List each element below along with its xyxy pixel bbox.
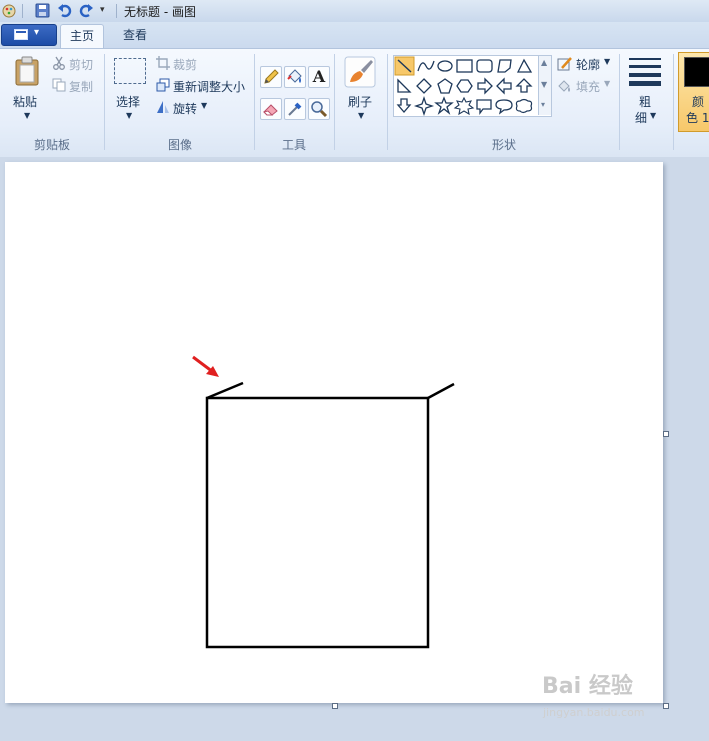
canvas-drawing — [192, 355, 455, 649]
copy-icon[interactable] — [52, 78, 66, 92]
shapes-gallery-scroll[interactable]: ▲ ▼ ▾ — [538, 56, 551, 115]
drawn-right-diagonal — [427, 382, 455, 400]
cut-button-label[interactable]: 剪切 — [69, 56, 93, 73]
ribbon-separator — [104, 54, 105, 150]
fill-bucket-icon[interactable] — [284, 66, 306, 88]
rotate-icon[interactable] — [156, 100, 170, 114]
paste-icon[interactable] — [14, 56, 40, 86]
gallery-more-icon[interactable]: ▾ — [541, 100, 545, 109]
tools-group-label: 工具 — [281, 138, 306, 152]
drawn-left-diagonal — [206, 381, 244, 400]
save-icon[interactable] — [35, 3, 50, 18]
tab-row — [0, 22, 709, 48]
clipboard-group-label: 剪贴板 — [33, 138, 70, 152]
select-button-label[interactable]: 选择 — [116, 93, 140, 110]
cut-icon[interactable] — [52, 56, 66, 70]
crop-button-label[interactable]: 裁剪 — [173, 56, 197, 73]
ribbon-separator — [387, 54, 388, 150]
ribbon-separator — [334, 54, 335, 150]
paste-button-label[interactable]: 粘贴 — [13, 93, 37, 110]
watermark: Bai 经验 — [542, 674, 633, 699]
title-bar: ▾ 无标题 - 画图 — [0, 0, 709, 23]
outline-button-label[interactable]: 轮廓 — [576, 56, 600, 73]
fill-icon[interactable] — [557, 78, 573, 94]
size-dropdown-arrow-icon[interactable]: ▼ — [650, 111, 656, 120]
file-menu-button[interactable]: ▾ — [1, 24, 57, 46]
rotate-dropdown-arrow-icon[interactable]: ▼ — [201, 101, 207, 110]
scroll-up-icon[interactable]: ▲ — [541, 58, 547, 67]
title-separator — [22, 4, 23, 18]
text-tool-icon[interactable]: A — [308, 66, 330, 88]
line-size-icon[interactable] — [629, 58, 661, 86]
color1-label-bottom: 色 1 — [686, 111, 709, 125]
brushes-dropdown-arrow-icon[interactable]: ▼ — [358, 111, 364, 120]
drawn-square — [205, 396, 430, 649]
outline-icon[interactable] — [557, 56, 573, 72]
redo-icon[interactable] — [79, 3, 94, 18]
scroll-down-icon[interactable]: ▼ — [541, 80, 547, 89]
color-picker-icon[interactable] — [284, 98, 306, 120]
brushes-icon[interactable] — [344, 56, 376, 88]
brushes-button-label[interactable]: 刷子 — [348, 93, 372, 110]
drawing-canvas[interactable] — [5, 162, 663, 703]
rotate-button-label[interactable]: 旋转 — [173, 100, 197, 117]
magnifier-icon[interactable] — [308, 98, 330, 120]
color1-swatch — [684, 57, 709, 87]
window-title: 无标题 - 画图 — [124, 5, 196, 19]
shapes-gallery-grid — [394, 56, 533, 116]
color1-label-top: 颜 — [692, 95, 705, 109]
canvas-resize-handle-bottom[interactable] — [332, 703, 338, 709]
watermark-url: jingyan.baidu.com — [543, 706, 645, 719]
customize-quick-access-icon[interactable]: ▾ — [100, 5, 105, 15]
ribbon-separator — [619, 54, 620, 150]
ribbon-separator — [254, 54, 255, 150]
tab-view[interactable]: 查看 — [112, 24, 158, 48]
title-separator-2 — [116, 4, 117, 18]
resize-icon[interactable] — [156, 78, 170, 92]
eraser-icon[interactable] — [260, 98, 282, 120]
select-dropdown-arrow-icon[interactable]: ▼ — [126, 111, 132, 120]
fill-dropdown-arrow-icon[interactable]: ▼ — [604, 79, 610, 88]
copy-button-label[interactable]: 复制 — [69, 78, 93, 95]
ribbon-separator — [673, 54, 674, 150]
canvas-resize-handle-corner[interactable] — [663, 703, 669, 709]
size-label-bottom[interactable]: 细 — [635, 109, 647, 126]
paint-app-icon[interactable] — [2, 3, 17, 18]
pencil-icon[interactable] — [260, 66, 282, 88]
image-group-label: 图像 — [167, 138, 192, 152]
select-icon[interactable] — [114, 58, 146, 84]
red-arrow-annotation — [192, 355, 219, 377]
undo-icon[interactable] — [57, 3, 72, 18]
fill-button-label[interactable]: 填充 — [576, 78, 600, 95]
crop-icon[interactable] — [156, 56, 170, 70]
canvas-resize-handle-right[interactable] — [663, 431, 669, 437]
paste-dropdown-arrow-icon[interactable]: ▼ — [24, 111, 30, 120]
tab-home[interactable]: 主页 — [60, 24, 104, 49]
outline-dropdown-arrow-icon[interactable]: ▼ — [604, 57, 610, 66]
shapes-group-label: 形状 — [491, 138, 516, 152]
resize-button-label[interactable]: 重新调整大小 — [173, 78, 245, 95]
size-label-top[interactable]: 粗 — [639, 93, 651, 110]
